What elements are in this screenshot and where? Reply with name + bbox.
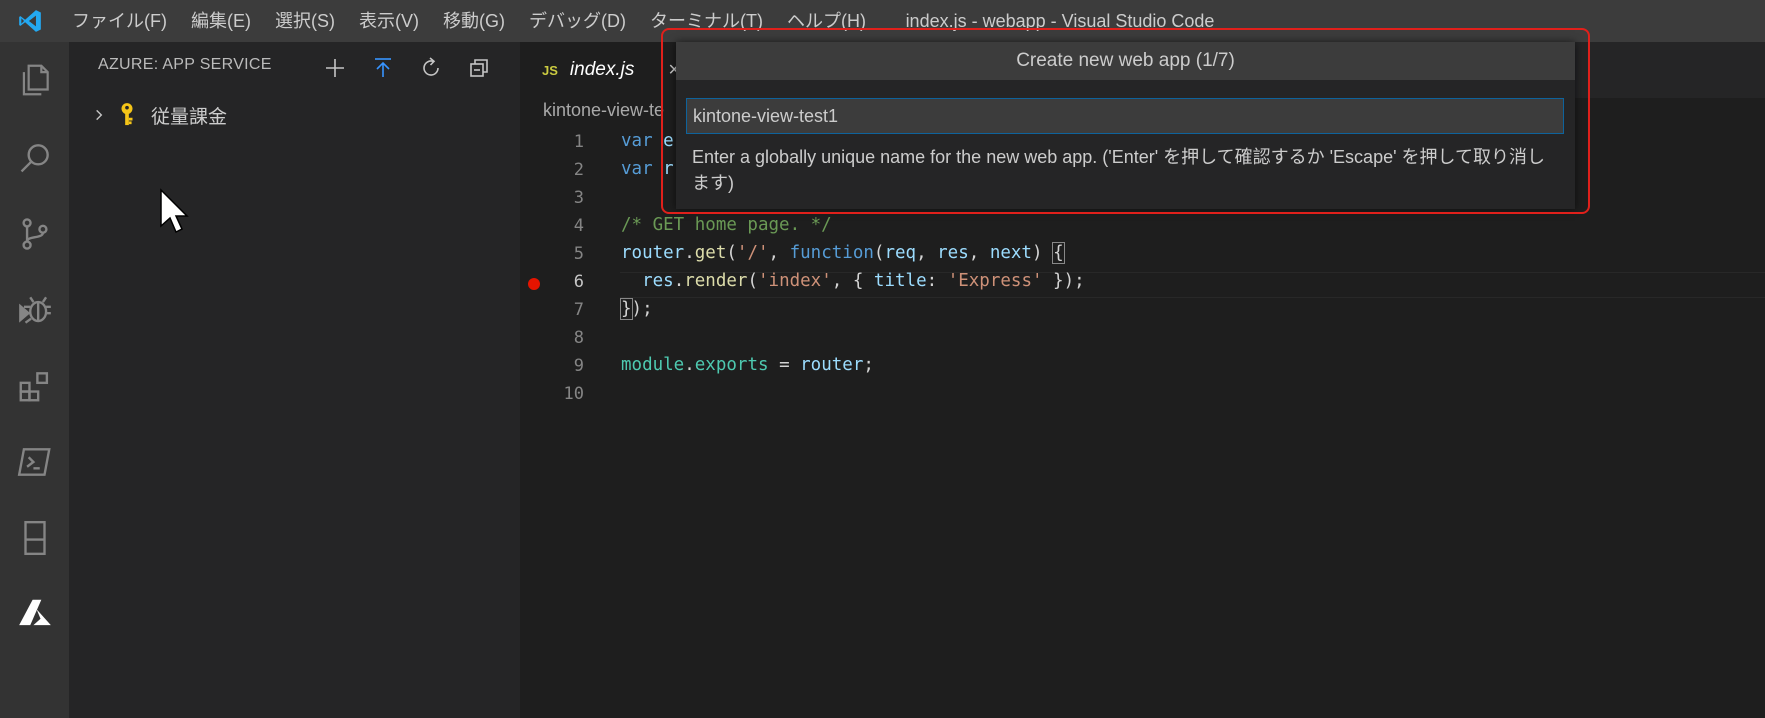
menu-view[interactable]: 表示(V) — [347, 0, 431, 42]
menu-file[interactable]: ファイル(F) — [60, 0, 179, 42]
line-number: 7 — [573, 300, 584, 320]
code-line-9[interactable]: module.exports = router; — [621, 355, 874, 375]
line-number: 1 — [573, 132, 584, 152]
sidebar-header: AZURE: APP SERVICE — [98, 56, 272, 73]
menu-go[interactable]: 移動(G) — [431, 0, 517, 42]
azure-icon[interactable] — [0, 584, 69, 644]
tree-item-label: 従量課金 — [151, 106, 228, 128]
line-number: 4 — [573, 216, 584, 236]
line-number: 10 — [563, 384, 584, 404]
azure-app-service-view: AZURE: APP SERVICE 従量課金 — [69, 42, 520, 718]
debug-icon[interactable] — [0, 280, 69, 340]
menu-selection[interactable]: 選択(S) — [263, 0, 347, 42]
deploy-icon[interactable] — [365, 50, 401, 86]
add-icon[interactable] — [317, 50, 353, 86]
breakpoint-icon[interactable] — [528, 278, 540, 290]
js-file-icon: JS — [542, 62, 558, 78]
code-line-5[interactable]: router.get('/', function(req, res, next)… — [621, 242, 1065, 264]
line-number: 2 — [573, 160, 584, 180]
line-number: 6 — [573, 272, 584, 292]
code-line-7[interactable]: }); — [620, 298, 653, 320]
tree-item-plan[interactable]: 従量課金 — [87, 100, 227, 130]
tab-index-js[interactable]: JS index.js × — [520, 42, 680, 98]
activity-bar — [0, 42, 69, 718]
annotation-highlight-box — [661, 28, 1590, 214]
menu-edit[interactable]: 編集(E) — [179, 0, 263, 42]
source-control-icon[interactable] — [0, 204, 69, 264]
vscode-logo-icon — [0, 0, 60, 42]
line-number: 8 — [573, 328, 584, 348]
line-number: 3 — [573, 188, 584, 208]
line-number: 9 — [573, 356, 584, 376]
remote-icon[interactable] — [0, 508, 69, 568]
explorer-icon[interactable] — [0, 50, 69, 110]
code-line-6[interactable]: res.render('index', { title: 'Express' }… — [621, 271, 1085, 291]
mouse-cursor-icon — [160, 188, 189, 234]
chevron-right-icon[interactable] — [87, 108, 111, 122]
menu-debug[interactable]: デバッグ(D) — [517, 0, 638, 42]
collapse-icon[interactable] — [461, 50, 497, 86]
refresh-icon[interactable] — [413, 50, 449, 86]
breadcrumb[interactable]: kintone-view-te — [543, 100, 664, 121]
search-icon[interactable] — [0, 128, 69, 188]
line-number: 5 — [573, 244, 584, 264]
tab-label: index.js — [569, 59, 635, 80]
key-icon — [111, 102, 143, 128]
code-line-4[interactable]: /* GET home page. */ — [621, 215, 832, 235]
terminal-icon[interactable] — [0, 432, 69, 492]
extensions-icon[interactable] — [0, 356, 69, 416]
